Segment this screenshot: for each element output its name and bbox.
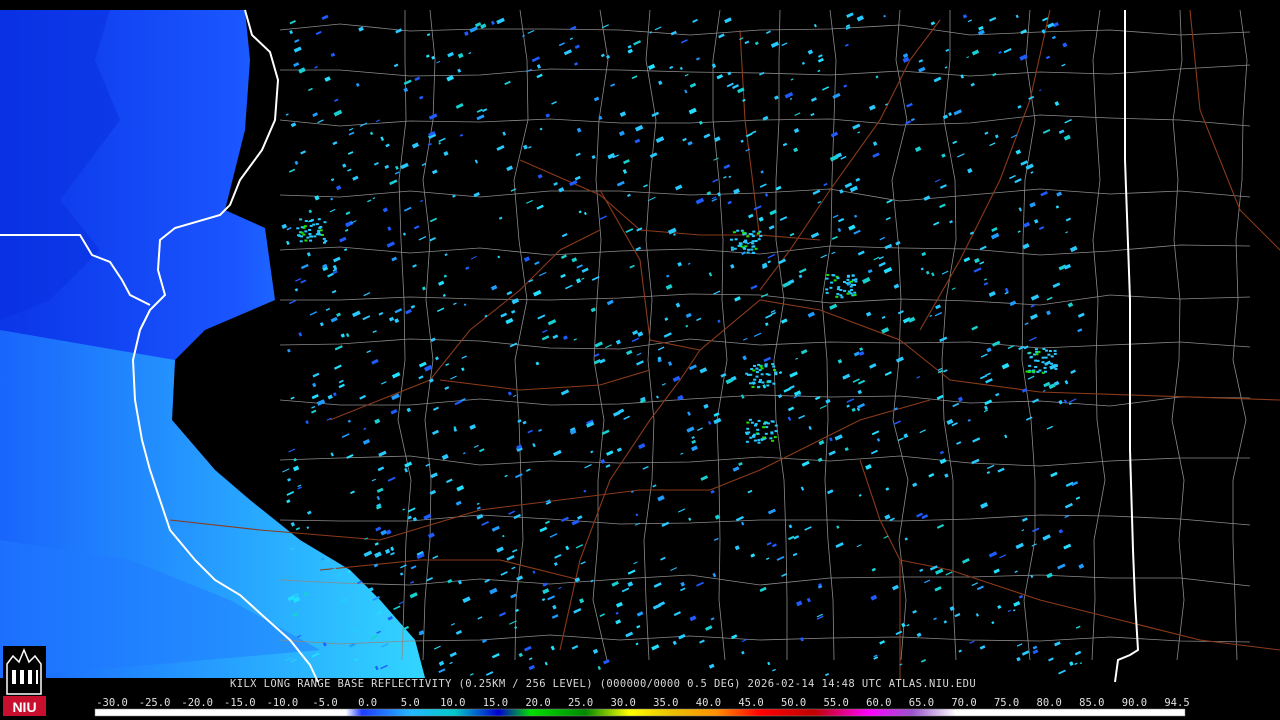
scale-label: 30.0 <box>610 697 636 709</box>
color-scale-labels: -30.0 -25.0 -20.0 -15.0 -10.0 -5.0 0.0 5.0 10.0 1… <box>0 697 1280 709</box>
scale-label: 40.0 <box>695 697 722 709</box>
scale-label: 75.0 <box>993 697 1020 709</box>
niu-logo-text: NIU <box>12 699 36 715</box>
scale-label: 80.0 <box>1036 697 1062 709</box>
scale-label: 94.5 <box>1164 697 1190 709</box>
radar-map <box>0 9 1280 717</box>
scale-label: 25.0 <box>567 697 594 709</box>
scale-label: 20.0 <box>525 697 551 709</box>
scale-label: 70.0 <box>951 697 977 709</box>
radar-echoes <box>281 12 1085 677</box>
scale-label: -25.0 <box>138 697 171 709</box>
scale-label: -10.0 <box>266 697 299 709</box>
scale-label: 15.0 <box>482 697 509 709</box>
product-caption: KILX LONG RANGE BASE REFLECTIVITY (0.25K… <box>230 678 977 690</box>
niu-logo: NIU <box>3 646 46 716</box>
scale-label: 55.0 <box>823 697 849 709</box>
color-scale-bar <box>95 709 1185 716</box>
scale-label: 5.0 <box>400 697 420 709</box>
scale-label: 50.0 <box>780 697 807 709</box>
scale-label: 0.0 <box>358 697 378 709</box>
scale-label: 85.0 <box>1079 697 1105 709</box>
scale-label: -5.0 <box>312 697 338 709</box>
scale-label: 45.0 <box>738 697 764 709</box>
scale-label: 35.0 <box>653 697 679 709</box>
scale-label: 60.0 <box>866 697 892 709</box>
scale-label: 10.0 <box>440 697 466 709</box>
scale-label: 90.0 <box>1121 697 1148 709</box>
scale-label: 65.0 <box>908 697 935 709</box>
county-borders <box>279 9 1251 661</box>
scale-label: -30.0 <box>96 697 128 709</box>
scale-label: -15.0 <box>223 697 256 709</box>
scale-label: -20.0 <box>181 697 213 709</box>
